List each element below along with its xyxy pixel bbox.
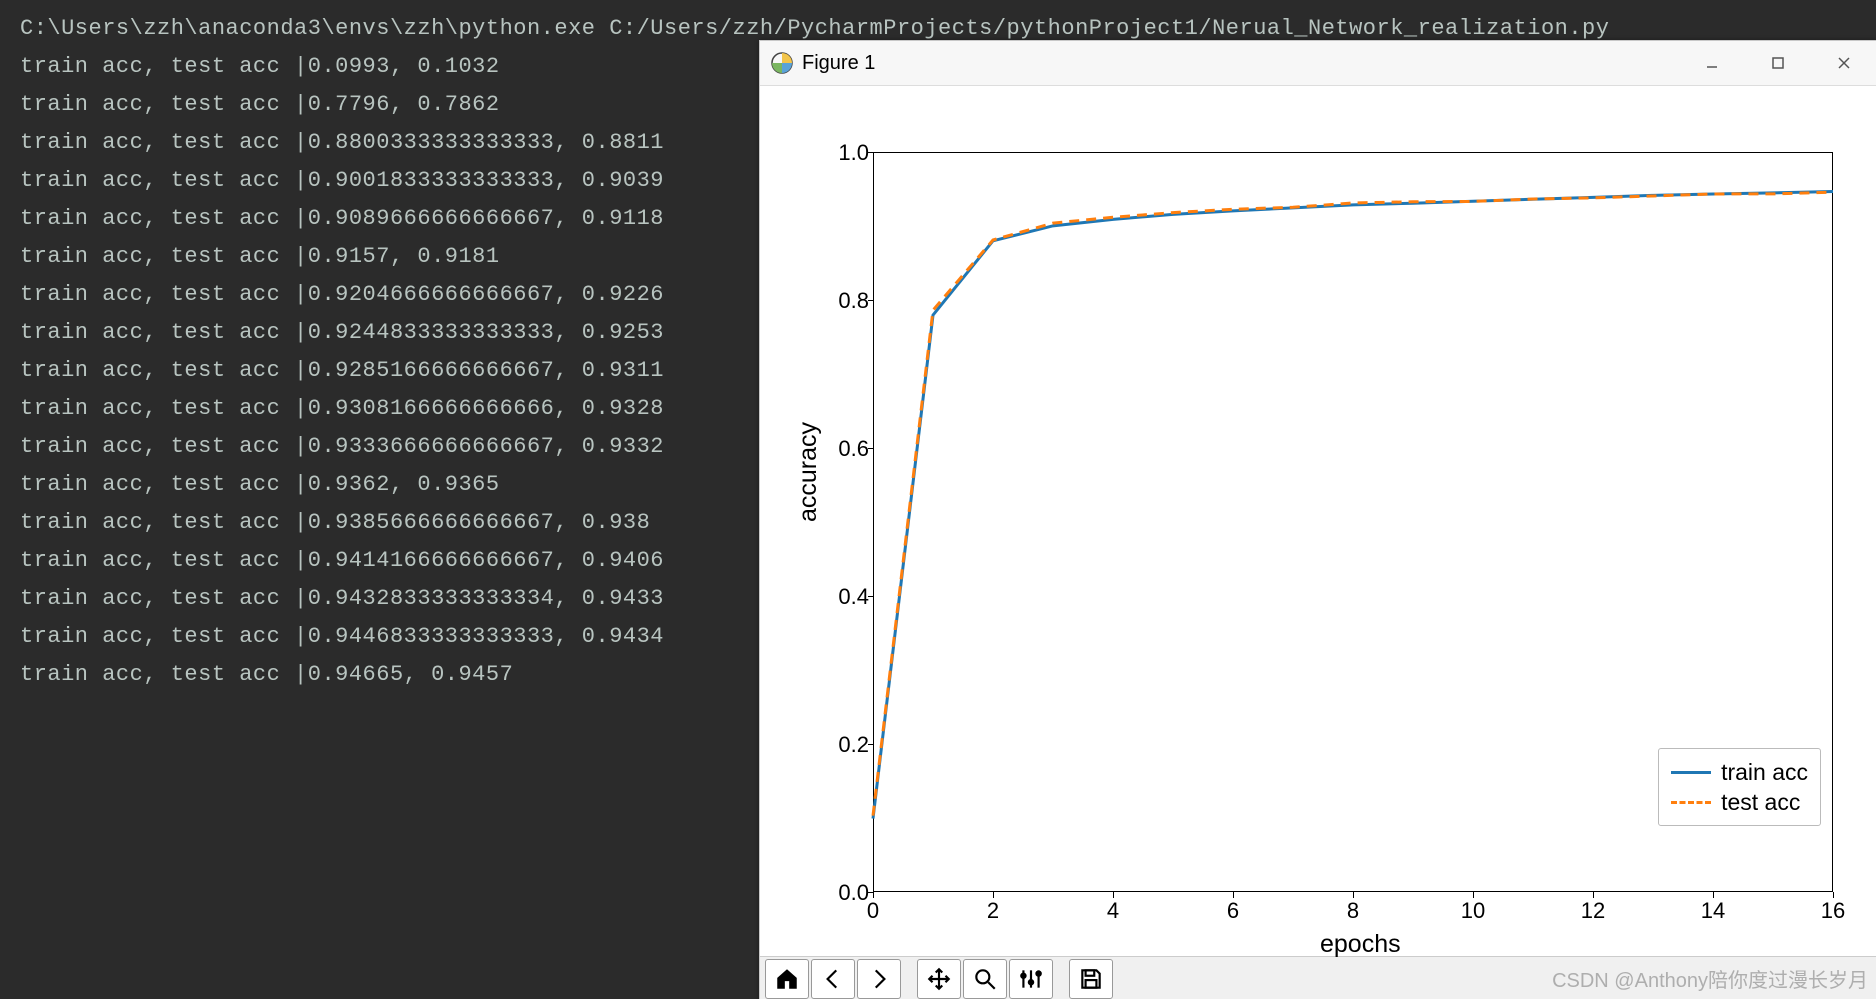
x-tick-mark: [1113, 892, 1114, 898]
x-tick-label: 2: [987, 898, 999, 924]
x-tick-label: 10: [1461, 898, 1485, 924]
y-tick-mark: [868, 596, 874, 597]
plot-legend: train acc test acc: [1658, 748, 1821, 826]
x-tick-label: 14: [1701, 898, 1725, 924]
figure-titlebar[interactable]: Figure 1: [760, 41, 1876, 86]
x-tick-mark: [1353, 892, 1354, 898]
toolbar-configure-button[interactable]: [1009, 959, 1053, 999]
toolbar-save-button[interactable]: [1069, 959, 1113, 999]
legend-swatch-test: [1671, 801, 1711, 804]
x-tick-mark: [993, 892, 994, 898]
x-tick-mark: [873, 892, 874, 898]
x-tick-mark: [1233, 892, 1234, 898]
figure-title: Figure 1: [802, 52, 1679, 75]
y-tick-label: 0.4: [809, 584, 869, 610]
y-tick-mark: [868, 448, 874, 449]
x-tick-mark: [1713, 892, 1714, 898]
x-tick-label: 12: [1581, 898, 1605, 924]
x-tick-label: 4: [1107, 898, 1119, 924]
toolbar-home-button[interactable]: [765, 959, 809, 999]
close-button[interactable]: [1811, 41, 1876, 85]
x-tick-label: 0: [867, 898, 879, 924]
toolbar-zoom-button[interactable]: [963, 959, 1007, 999]
y-tick-label: 1.0: [809, 140, 869, 166]
y-tick-label: 0.8: [809, 288, 869, 314]
matplotlib-toolbar: [760, 956, 1876, 999]
y-tick-mark: [868, 744, 874, 745]
toolbar-pan-button[interactable]: [917, 959, 961, 999]
x-tick-label: 16: [1821, 898, 1845, 924]
x-tick-mark: [1473, 892, 1474, 898]
y-tick-label: 0.6: [809, 436, 869, 462]
legend-swatch-train: [1671, 771, 1711, 774]
toolbar-back-button[interactable]: [811, 959, 855, 999]
y-tick-label: 0.2: [809, 732, 869, 758]
x-tick-mark: [1593, 892, 1594, 898]
series-test-acc: [873, 192, 1833, 815]
maximize-button[interactable]: [1745, 41, 1811, 85]
minimize-button[interactable]: [1679, 41, 1745, 85]
y-tick-label: 0.0: [809, 880, 869, 906]
legend-label-test: test acc: [1721, 789, 1800, 816]
x-axis-label: epochs: [1320, 930, 1401, 959]
x-tick-label: 8: [1347, 898, 1359, 924]
x-tick-label: 6: [1227, 898, 1239, 924]
figure-window: Figure 1 accuracy epochs 0.00.20.40.60.8…: [759, 40, 1876, 999]
legend-label-train: train acc: [1721, 759, 1808, 786]
x-tick-mark: [1833, 892, 1834, 898]
figure-canvas[interactable]: accuracy epochs 0.00.20.40.60.81.0024681…: [760, 86, 1876, 956]
y-tick-mark: [868, 300, 874, 301]
toolbar-forward-button[interactable]: [857, 959, 901, 999]
matplotlib-icon: [770, 51, 794, 75]
y-tick-mark: [868, 152, 874, 153]
series-train-acc: [873, 191, 1833, 818]
